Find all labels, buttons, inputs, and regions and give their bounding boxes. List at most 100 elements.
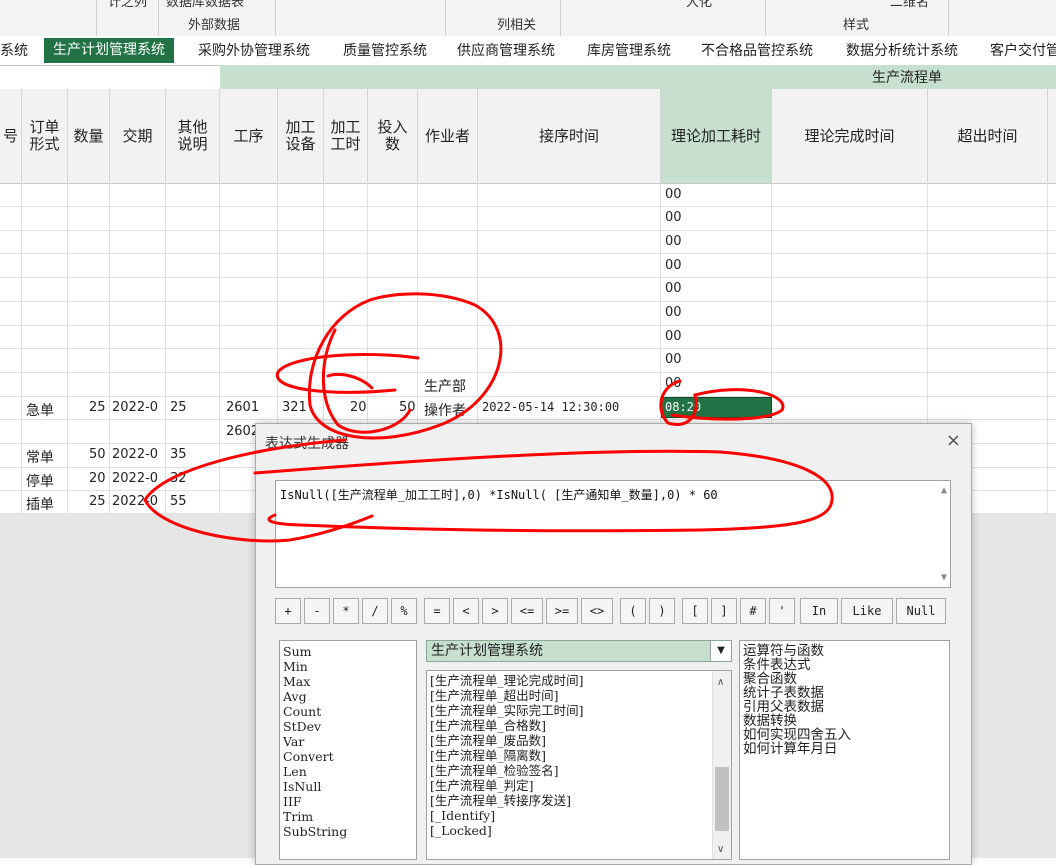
op-less-button[interactable]: < <box>453 598 479 624</box>
theory-cell[interactable]: 00 <box>665 305 682 320</box>
theory-cell[interactable]: 00 <box>665 329 682 344</box>
list-item[interactable]: [生产流程单_废品数] <box>427 733 731 748</box>
col-header-hours[interactable]: 加工 工时 <box>324 89 368 183</box>
order-type-cell[interactable]: 插单 <box>26 494 54 514</box>
chevron-down-icon[interactable]: ∨ <box>717 842 724 857</box>
equipment-cell[interactable]: 321 <box>282 400 307 415</box>
other-cell[interactable]: 25 <box>170 400 187 415</box>
op-quote-button[interactable]: ' <box>769 598 795 624</box>
scroll-up-icon[interactable]: ▲ <box>941 485 947 496</box>
ribbon-top-mid[interactable]: 数据库数据表 <box>166 0 244 10</box>
other-cell[interactable]: 35 <box>170 447 187 462</box>
scroll-down-icon[interactable]: ▼ <box>941 572 947 583</box>
list-item[interactable]: Len <box>280 764 416 779</box>
selected-theory-cell[interactable]: 08:20 <box>661 397 772 418</box>
expression-input[interactable]: IsNull([生产流程单_加工工时],0) *IsNull( [生产通知单_数… <box>275 480 951 588</box>
col-header-no[interactable]: 号 <box>0 89 22 183</box>
op-not-equal-button[interactable]: <> <box>581 598 613 624</box>
theory-cell[interactable]: 00 <box>665 376 682 391</box>
col-header-qty[interactable]: 数量 <box>68 89 110 183</box>
tab-nonconforming[interactable]: 不合格品管控系统 <box>701 40 813 62</box>
op-null-button[interactable]: Null <box>896 598 946 624</box>
list-item[interactable]: [生产流程单_理论完成时间] <box>427 673 731 688</box>
hours-cell[interactable]: 20 <box>350 400 367 415</box>
list-item[interactable]: IsNull <box>280 779 416 794</box>
op-in-button[interactable]: In <box>800 598 838 624</box>
list-item[interactable]: Var <box>280 734 416 749</box>
tab-customer-delivery[interactable]: 客户交付管 <box>990 40 1056 62</box>
col-header-other[interactable]: 其他 说明 <box>166 89 220 183</box>
help-topic-list[interactable]: 运算符与函数 条件表达式 聚合函数 统计子表数据 引用父表数据 数据转换 如何实… <box>739 640 950 860</box>
list-item[interactable]: Max <box>280 674 416 689</box>
list-item[interactable]: [生产流程单_转接序发送] <box>427 793 731 808</box>
tab-supplier[interactable]: 供应商管理系统 <box>457 40 555 62</box>
list-item[interactable]: Avg <box>280 689 416 704</box>
qty-cell[interactable]: 20 <box>89 471 106 486</box>
list-item[interactable]: [生产流程单_实际完工时间] <box>427 703 731 718</box>
tab-warehouse[interactable]: 库房管理系统 <box>587 40 671 62</box>
col-header-due[interactable]: 交期 <box>110 89 166 183</box>
list-item[interactable]: Count <box>280 704 416 719</box>
qty-cell[interactable]: 50 <box>89 447 106 462</box>
list-item[interactable]: Trim <box>280 809 416 824</box>
op-close-paren-button[interactable]: ) <box>649 598 675 624</box>
list-item[interactable]: [_Identify] <box>427 808 731 823</box>
field-list[interactable]: [生产流程单_理论完成时间] [生产流程单_超出时间] [生产流程单_实际完工时… <box>426 670 732 860</box>
worker-cell[interactable]: 操作者 <box>424 400 466 420</box>
theory-cell[interactable]: 00 <box>665 352 682 367</box>
process-cell[interactable]: 2601 <box>226 400 259 415</box>
chevron-down-icon[interactable]: ▼ <box>710 641 731 661</box>
op-greater-equal-button[interactable]: >= <box>546 598 578 624</box>
module-select[interactable]: 生产计划管理系统 ▼ <box>426 640 732 662</box>
list-item[interactable]: 统计子表数据 <box>740 686 949 700</box>
list-item[interactable]: SubString <box>280 824 416 839</box>
list-item[interactable]: [生产流程单_合格数] <box>427 718 731 733</box>
other-cell[interactable]: 55 <box>170 494 187 509</box>
op-multiply-button[interactable]: * <box>333 598 359 624</box>
due-cell[interactable]: 2022-0 <box>112 471 158 486</box>
op-open-paren-button[interactable]: ( <box>620 598 646 624</box>
col-header-input[interactable]: 投入数 <box>368 89 418 183</box>
col-header-receive-time[interactable]: 接序时间 <box>478 89 661 183</box>
due-cell[interactable]: 2022-0 <box>112 494 158 509</box>
ribbon-top-left[interactable]: 计之列 <box>108 0 147 10</box>
list-item[interactable]: [生产流程单_检验签名] <box>427 763 731 778</box>
col-header-theory-finish[interactable]: 理论完成时间 <box>772 89 928 183</box>
chevron-up-icon[interactable]: ∧ <box>717 675 724 690</box>
tab-production-plan[interactable]: 生产计划管理系统 <box>44 38 174 63</box>
list-item[interactable]: StDev <box>280 719 416 734</box>
op-less-equal-button[interactable]: <= <box>511 598 543 624</box>
due-cell[interactable]: 2022-0 <box>112 400 158 415</box>
dept-cell[interactable]: 生产部 <box>424 376 466 396</box>
ribbon-top-right1[interactable]: 大化 <box>686 0 712 10</box>
col-header-process[interactable]: 工序 <box>220 89 278 183</box>
op-equal-button[interactable]: = <box>424 598 450 624</box>
field-list-scrollbar[interactable]: ∧ ∨ <box>712 671 731 859</box>
col-header-overtime[interactable]: 超出时间 <box>928 89 1048 183</box>
theory-cell[interactable]: 00 <box>665 234 682 249</box>
order-type-cell[interactable]: 常单 <box>26 447 54 467</box>
list-item[interactable]: 数据转换 <box>740 714 949 728</box>
op-plus-button[interactable]: + <box>275 598 301 624</box>
theory-cell[interactable]: 00 <box>665 281 682 296</box>
list-item[interactable]: 引用父表数据 <box>740 700 949 714</box>
order-type-cell[interactable]: 急单 <box>26 400 54 420</box>
list-item[interactable]: Min <box>280 659 416 674</box>
theory-cell[interactable]: 00 <box>665 258 682 273</box>
function-list[interactable]: Sum Min Max Avg Count StDev Var Convert … <box>279 640 417 860</box>
list-item[interactable]: 如何实现四舍五入 <box>740 728 949 742</box>
input-cell[interactable]: 50 <box>399 400 416 415</box>
col-header-order-type[interactable]: 订单 形式 <box>22 89 68 183</box>
list-item[interactable]: IIF <box>280 794 416 809</box>
op-minus-button[interactable]: - <box>304 598 330 624</box>
tab-quality[interactable]: 质量管控系统 <box>343 40 427 62</box>
op-divide-button[interactable]: / <box>362 598 388 624</box>
tab-purchase[interactable]: 采购外协管理系统 <box>198 40 310 62</box>
list-item[interactable]: [生产流程单_超出时间] <box>427 688 731 703</box>
tab-analysis[interactable]: 数据分析统计系统 <box>846 40 958 62</box>
list-item[interactable]: [生产流程单_隔离数] <box>427 748 731 763</box>
op-close-bracket-button[interactable]: ] <box>711 598 737 624</box>
other-cell[interactable]: 32 <box>170 471 187 486</box>
list-item[interactable]: Convert <box>280 749 416 764</box>
col-header-theory-duration[interactable]: 理论加工耗时 <box>661 89 772 183</box>
